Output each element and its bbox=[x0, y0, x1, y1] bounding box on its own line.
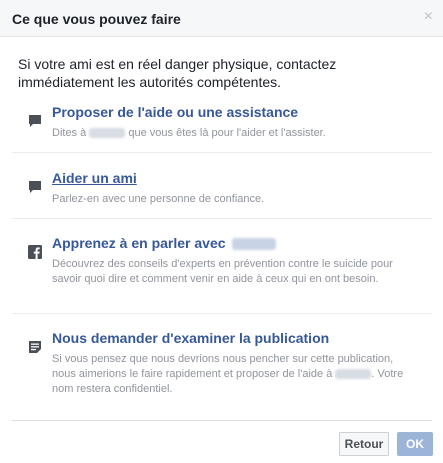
comment-icon bbox=[29, 181, 41, 193]
dialog-title: Ce que vous pouvez faire bbox=[12, 11, 181, 27]
option-report-post-desc: Si vous pensez que nous devrions nous pe… bbox=[52, 353, 404, 395]
facebook-icon bbox=[28, 245, 42, 259]
divider bbox=[12, 313, 432, 314]
option-help-friend-desc: Parlez-en avec une personne de confiance… bbox=[52, 193, 265, 205]
close-icon[interactable]: × bbox=[424, 9, 433, 25]
ok-button[interactable]: OK bbox=[397, 432, 433, 456]
option-learn-talk-desc: Découvrez des conseils d'experts en prév… bbox=[52, 258, 393, 285]
back-button[interactable]: Retour bbox=[339, 432, 389, 456]
option-offer-help-desc: Dites à que vous êtes là pour l'aider et… bbox=[52, 127, 326, 139]
option-help-friend-label[interactable]: Aider un ami bbox=[52, 170, 137, 186]
option-report-post-label[interactable]: Nous demander d'examiner la publication bbox=[52, 330, 329, 346]
option-offer-help-label[interactable]: Proposer de l'aide ou une assistance bbox=[52, 104, 298, 120]
dialog-header: Ce que vous pouvez faire × bbox=[0, 0, 443, 37]
comment-icon bbox=[29, 115, 41, 127]
blurred-name bbox=[89, 128, 126, 139]
option-learn-talk-label[interactable]: Apprenez à en parler avec bbox=[52, 235, 277, 251]
blurred-name bbox=[232, 238, 277, 251]
intro-text: Si votre ami est en réel danger physique… bbox=[18, 56, 337, 90]
report-icon bbox=[29, 341, 41, 353]
divider bbox=[12, 152, 432, 153]
divider bbox=[12, 218, 432, 219]
blurred-name bbox=[335, 369, 372, 380]
footer-divider bbox=[12, 420, 432, 421]
